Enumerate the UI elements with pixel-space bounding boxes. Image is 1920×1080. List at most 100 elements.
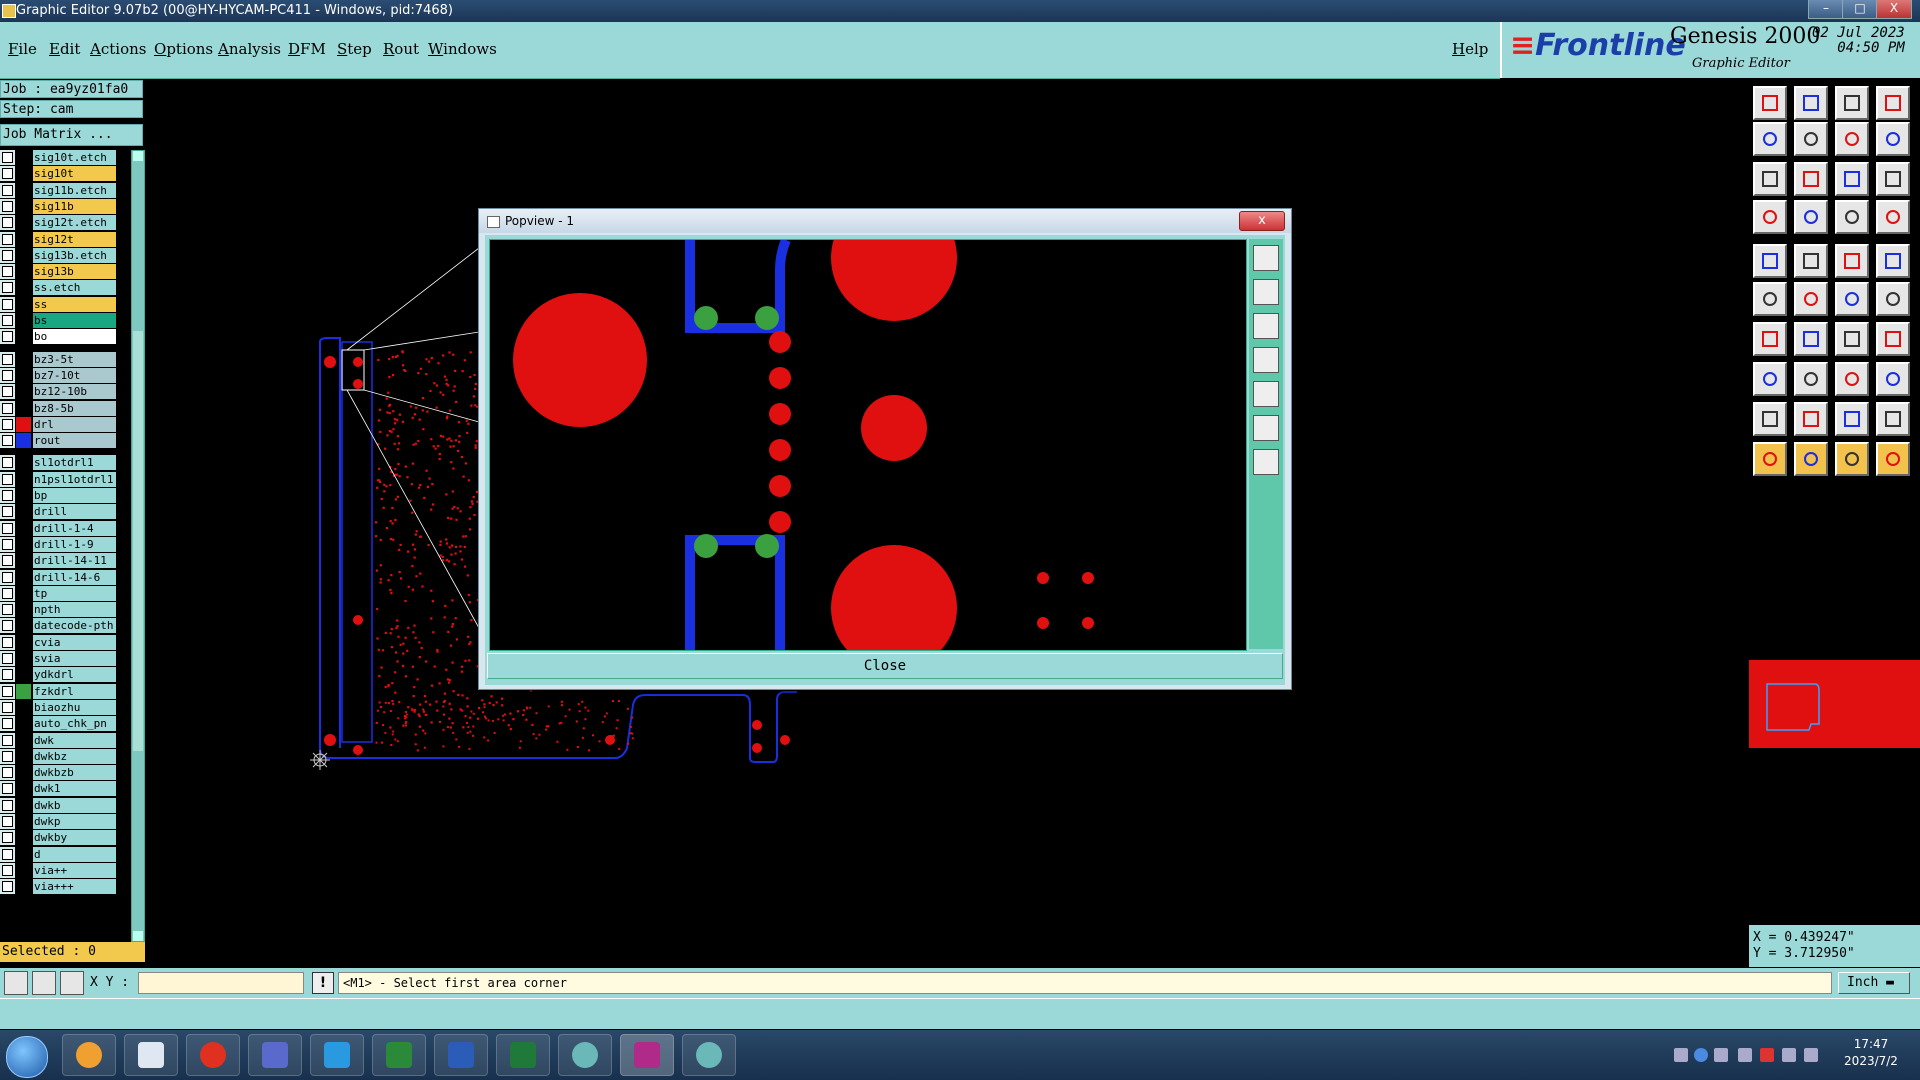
taskbar-app-save[interactable] — [248, 1034, 302, 1076]
layer-color-swatch[interactable] — [16, 814, 31, 829]
shape-icon[interactable] — [1876, 402, 1910, 436]
layer-checkbox[interactable] — [2, 386, 13, 398]
layer-row[interactable]: drl — [0, 416, 120, 432]
layer-name[interactable]: dwkb — [33, 797, 116, 813]
layer-color-swatch[interactable] — [16, 215, 31, 231]
layer-color-swatch[interactable] — [16, 618, 31, 634]
move-icon[interactable] — [1753, 362, 1787, 396]
tray-network-icon[interactable] — [1714, 1048, 1728, 1062]
layer-checkbox[interactable] — [2, 435, 13, 447]
layer-row[interactable]: dwkbzb — [0, 765, 120, 781]
layer-checkbox[interactable] — [2, 506, 13, 518]
layer-checkbox[interactable] — [2, 233, 13, 245]
layer-row[interactable]: dwk — [0, 732, 120, 748]
scroll-up-icon[interactable] — [133, 151, 143, 161]
zoom-fit-icon[interactable] — [1753, 162, 1787, 196]
layer-name[interactable]: d — [33, 846, 116, 862]
layer-row[interactable]: drill-1-4 — [0, 520, 120, 536]
select-area-icon[interactable] — [1876, 442, 1910, 476]
layer-row[interactable]: sl1otdrl1 — [0, 455, 120, 471]
layer-checkbox[interactable] — [2, 217, 13, 229]
layer-row[interactable]: dwk1 — [0, 781, 120, 797]
layer-color-swatch[interactable] — [16, 351, 31, 367]
taskbar-app-shell[interactable] — [62, 1034, 116, 1076]
layer-name[interactable]: ss.etch — [33, 280, 116, 296]
select-icon[interactable] — [1753, 442, 1787, 476]
layer-checkbox[interactable] — [2, 799, 13, 811]
layer-checkbox[interactable] — [2, 620, 13, 632]
layer-row[interactable]: n1psl1otdrl1 — [0, 471, 120, 487]
layer-name[interactable]: drill-14-11 — [33, 553, 116, 569]
start-button[interactable] — [6, 1036, 48, 1078]
layer-color-swatch[interactable] — [16, 329, 31, 345]
layer-row[interactable]: sig10t — [0, 166, 120, 182]
tray-flag-icon[interactable] — [1760, 1048, 1774, 1062]
layer-row[interactable]: sig11b.etch — [0, 182, 120, 198]
menu-edit[interactable]: Edit — [49, 40, 80, 58]
select-edge-icon[interactable] — [1835, 442, 1869, 476]
layer-row[interactable]: bs — [0, 313, 120, 328]
layer-checkbox[interactable] — [2, 571, 13, 583]
grid-mode-icon[interactable] — [60, 971, 84, 995]
layer-color-swatch[interactable] — [16, 280, 31, 296]
popview-zoom-in-icon[interactable] — [1253, 279, 1279, 305]
layer-name[interactable]: sig11b — [33, 198, 116, 214]
layer-name[interactable]: bo — [33, 329, 116, 345]
layer-checkbox[interactable] — [2, 636, 13, 648]
layer-row[interactable]: sig12t.etch — [0, 215, 120, 231]
layer-color-swatch[interactable] — [16, 296, 31, 312]
layer-color-swatch[interactable] — [16, 667, 31, 683]
layout-icon[interactable] — [1876, 86, 1910, 120]
layer-name[interactable]: drill — [33, 504, 116, 520]
layer-color-swatch[interactable] — [16, 602, 31, 618]
popview-fit-all-icon[interactable] — [1253, 415, 1279, 441]
measure-mode-icon[interactable] — [32, 971, 56, 995]
layer-name[interactable]: dwkbz — [33, 748, 116, 764]
tray-help-icon[interactable] — [1694, 1048, 1708, 1062]
layer-name[interactable]: dwkbzb — [33, 765, 116, 781]
layer-checkbox[interactable] — [2, 604, 13, 616]
taskbar-app-genesis[interactable] — [558, 1034, 612, 1076]
scroll-down-icon[interactable] — [133, 931, 143, 941]
zoom-box-icon[interactable] — [1794, 162, 1828, 196]
menu-step[interactable]: Step — [337, 40, 372, 58]
layer-name[interactable]: sig10t.etch — [33, 150, 116, 165]
layer-color-swatch[interactable] — [16, 198, 31, 214]
layer-name[interactable]: biaozhu — [33, 699, 116, 715]
minimize-button[interactable]: – — [1808, 0, 1844, 19]
layer-color-swatch[interactable] — [16, 797, 31, 813]
layer-checkbox[interactable] — [2, 701, 13, 713]
layer-name[interactable]: datecode-pth — [33, 618, 116, 634]
layer-name[interactable]: tp — [33, 585, 116, 601]
layer-color-swatch[interactable] — [16, 384, 31, 400]
taskbar-app-word[interactable] — [434, 1034, 488, 1076]
layer-checkbox[interactable] — [2, 587, 13, 599]
layer-row[interactable]: bz12-10b — [0, 384, 120, 400]
layer-checkbox[interactable] — [2, 152, 13, 163]
layer-color-swatch[interactable] — [16, 150, 31, 165]
select-point-icon[interactable] — [1794, 442, 1828, 476]
layer-row[interactable]: sig13b.etch — [0, 247, 120, 263]
layer-checkbox[interactable] — [2, 369, 13, 381]
layer-color-swatch[interactable] — [16, 634, 31, 650]
layer-name[interactable]: rout — [33, 433, 116, 449]
layer-color-swatch[interactable] — [16, 182, 31, 198]
layer-row[interactable]: tp — [0, 585, 120, 601]
menu-windows[interactable]: Windows — [428, 40, 497, 58]
scale-1-2-icon[interactable] — [1835, 162, 1869, 196]
snap-mode-icon[interactable] — [4, 971, 28, 995]
bridge-icon[interactable] — [1835, 402, 1869, 436]
menu-help[interactable]: Help — [1452, 40, 1488, 58]
layer-color-swatch[interactable] — [16, 231, 31, 247]
layer-checkbox[interactable] — [2, 881, 13, 893]
layer-checkbox[interactable] — [2, 298, 13, 310]
popview-close-button[interactable]: Close — [487, 653, 1283, 679]
layer-checkbox[interactable] — [2, 783, 13, 795]
layer-color-swatch[interactable] — [16, 400, 31, 416]
layer-color-swatch[interactable] — [16, 846, 31, 862]
layer-row[interactable]: svia — [0, 651, 120, 666]
layer-checkbox[interactable] — [2, 168, 13, 180]
layer-checkbox[interactable] — [2, 669, 13, 681]
drill-icon[interactable] — [1876, 244, 1910, 278]
layer-color-swatch[interactable] — [16, 166, 31, 182]
